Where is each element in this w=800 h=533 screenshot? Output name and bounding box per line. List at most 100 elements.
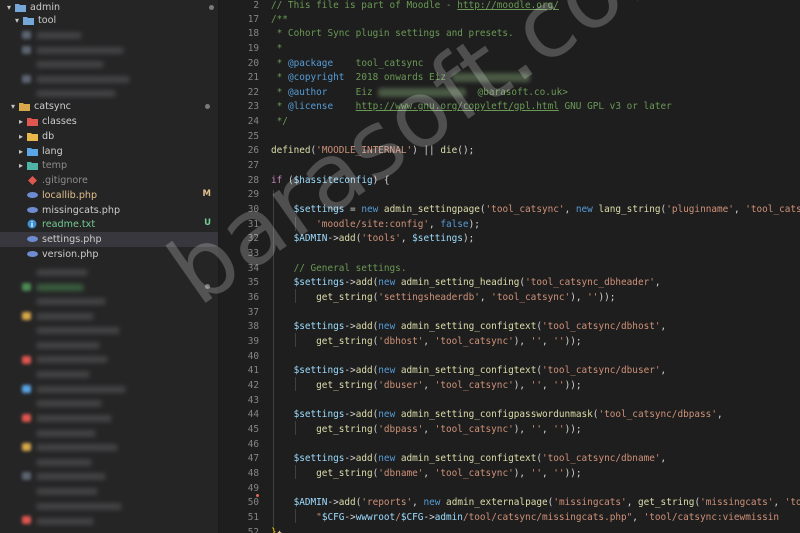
- code-text: * @package tool_catsync: [271, 57, 424, 69]
- line-number: 19: [247, 42, 259, 54]
- tree-folder-classes[interactable]: ▸ classes: [0, 114, 218, 129]
- code-line: 47 $settings->add(new admin_setting_conf…: [219, 451, 800, 466]
- tree-file-gitignore[interactable]: .gitignore: [0, 173, 218, 188]
- line-number: 31: [247, 218, 259, 230]
- code-line: 49: [219, 481, 800, 496]
- folder-icon: [26, 160, 38, 170]
- tree-file-settings[interactable]: settings.php: [0, 232, 218, 247]
- line-number: 2: [253, 0, 259, 11]
- code-line: 28 if ($hassiteconfig) {: [219, 173, 800, 188]
- line-number: 28: [247, 174, 259, 186]
- code-line: 50 $ADMIN->add('reports', new admin_exte…: [219, 495, 800, 510]
- tree-file-missingcats[interactable]: missingcats.php: [0, 203, 218, 218]
- chevron-right-icon: ▸: [18, 116, 23, 126]
- line-number: 44: [247, 408, 259, 420]
- folder-icon: [18, 101, 30, 111]
- code-text: get_string('dbpass', 'tool_catsync'), ''…: [316, 423, 582, 435]
- status-dot: [209, 5, 214, 10]
- code-text: // This file is part of Moodle - http://…: [271, 0, 559, 11]
- code-line: 43: [219, 393, 800, 408]
- chevron-right-icon: ▸: [18, 131, 23, 141]
- code-text: *: [271, 42, 283, 54]
- tree-folder-catsync[interactable]: ▾ catsync: [0, 99, 218, 114]
- line-number: 51: [247, 511, 259, 523]
- code-text: $settings->add(new admin_setting_configp…: [293, 408, 723, 420]
- line-number: 27: [247, 159, 259, 171]
- line-number: 38: [247, 320, 259, 332]
- code-text: get_string('dbhost', 'tool_catsync'), ''…: [316, 335, 582, 347]
- tree-file-readme[interactable]: readme.txt U: [0, 217, 218, 232]
- code-text: */: [271, 115, 288, 127]
- line-number: 29: [247, 188, 259, 200]
- line-number: 30: [247, 203, 259, 215]
- code-text: $settings->add(new admin_setting_heading…: [293, 276, 661, 288]
- line-number: 37: [247, 306, 259, 318]
- tree-folder-db[interactable]: ▸ db: [0, 129, 218, 144]
- line-number: 40: [247, 350, 259, 362]
- tree-folder-temp[interactable]: ▸ temp: [0, 158, 218, 173]
- code-line: 21 * @copyright 2018 onwards Eiz: [219, 70, 800, 85]
- line-number: 25: [247, 130, 259, 142]
- explorer-sidebar: ▾ admin ▾ tool ▾ catsync ▸ classes ▸ db …: [0, 0, 219, 533]
- tree-label: readme.txt: [42, 218, 96, 230]
- line-number: 42: [247, 379, 259, 391]
- code-text: * @license http://www.gnu.org/copyleft/g…: [271, 100, 672, 112]
- line-number: 24: [247, 115, 259, 127]
- line-number: 46: [247, 438, 259, 450]
- code-line: 29: [219, 187, 800, 202]
- code-text: get_string('dbname', 'tool_catsync'), ''…: [316, 467, 582, 479]
- chevron-down-icon: ▾: [14, 15, 19, 25]
- php-file-icon: [26, 190, 38, 200]
- code-text: defined('MOODLE_INTERNAL') || die();: [271, 144, 475, 156]
- line-number: 41: [247, 364, 259, 376]
- tree-label: settings.php: [42, 233, 102, 245]
- line-number: 36: [247, 291, 259, 303]
- code-line: 51 "$CFG->wwwroot/$CFG->admin/tool/catsy…: [219, 510, 800, 525]
- code-text: get_string('settingsheaderdb', 'tool_cat…: [316, 291, 616, 303]
- tree-label: catsync: [34, 100, 71, 112]
- chevron-right-icon: ▸: [18, 160, 23, 170]
- code-line: 40: [219, 349, 800, 364]
- code-line: 34 // General settings.: [219, 261, 800, 276]
- code-text: $settings->add(new admin_setting_configt…: [293, 452, 667, 464]
- code-line: 33: [219, 246, 800, 261]
- tree-label: temp: [42, 159, 68, 171]
- tree-label: missingcats.php: [42, 204, 121, 216]
- code-text: $ADMIN->add('tools', $settings);: [293, 232, 475, 244]
- tree-label: tool: [38, 14, 57, 26]
- line-number: 21: [247, 71, 259, 83]
- folder-icon: [14, 2, 26, 12]
- code-line: 23 * @license http://www.gnu.org/copylef…: [219, 99, 800, 114]
- chevron-down-icon: ▾: [6, 2, 11, 12]
- line-number: 45: [247, 423, 259, 435]
- code-text: * @author Eiz @barasoft.co.uk>: [271, 86, 568, 98]
- code-line: 22 * @author Eiz @barasoft.co.uk>: [219, 85, 800, 100]
- tree-label: version.php: [42, 248, 99, 260]
- code-text: $settings->add(new admin_setting_configt…: [293, 364, 667, 376]
- code-line: 45 get_string('dbpass', 'tool_catsync'),…: [219, 422, 800, 437]
- tree-file-locallib[interactable]: locallib.php M: [0, 188, 218, 203]
- php-file-icon: [26, 249, 38, 259]
- code-line: 26 defined('MOODLE_INTERNAL') || die();: [219, 143, 800, 158]
- status-dot: [205, 104, 210, 109]
- code-line: 39 get_string('dbhost', 'tool_catsync'),…: [219, 334, 800, 349]
- tree-folder-tool[interactable]: ▾ tool: [0, 13, 218, 28]
- code-line: 38 $settings->add(new admin_setting_conf…: [219, 319, 800, 334]
- line-number: 39: [247, 335, 259, 347]
- code-text: $settings = new admin_settingpage('tool_…: [293, 203, 800, 215]
- tree-label: db: [42, 130, 55, 142]
- code-line: 32 $ADMIN->add('tools', $settings);: [219, 231, 800, 246]
- code-line: 25: [219, 129, 800, 144]
- tree-file-version[interactable]: version.php: [0, 247, 218, 262]
- text-file-icon: [26, 219, 38, 229]
- chevron-down-icon: ▾: [10, 101, 15, 111]
- line-number: 17: [247, 13, 259, 25]
- tree-folder-lang[interactable]: ▸ lang: [0, 144, 218, 159]
- code-text: /**: [271, 13, 288, 25]
- code-line: 42 get_string('dbuser', 'tool_catsync'),…: [219, 378, 800, 393]
- code-line: 44 $settings->add(new admin_setting_conf…: [219, 407, 800, 422]
- php-file-icon: [26, 205, 38, 215]
- code-text: if ($hassiteconfig) {: [271, 174, 390, 186]
- code-editor[interactable]: 2 // This file is part of Moodle - http:…: [219, 0, 800, 533]
- code-text: * Cohort Sync plugin settings and preset…: [271, 27, 514, 39]
